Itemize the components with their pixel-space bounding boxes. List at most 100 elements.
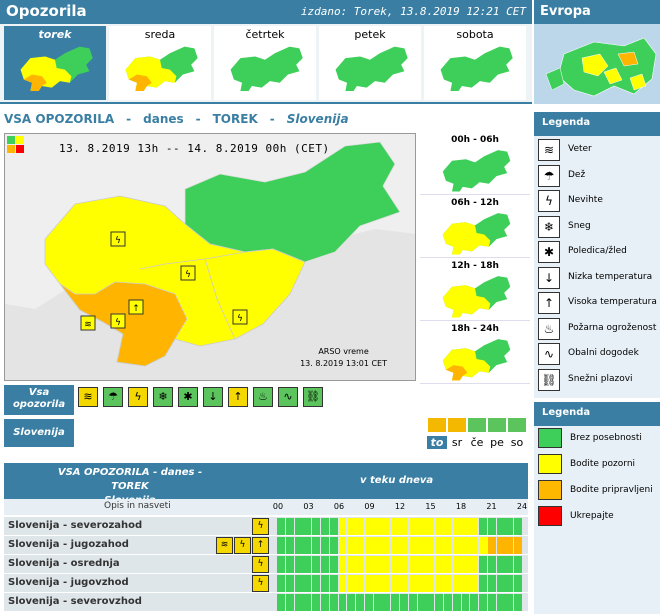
timeline-cell <box>435 518 444 535</box>
coast-icon[interactable]: ∿ <box>278 387 298 407</box>
wind-icon: ≋ <box>538 139 560 161</box>
timeline-cell <box>487 575 496 592</box>
timeline-cell <box>303 575 312 592</box>
table-row[interactable]: Slovenija - severovzhod <box>4 593 528 612</box>
day-tab-4[interactable]: sobota <box>424 26 526 100</box>
timeline-cell <box>391 537 400 554</box>
mini-legend-swatches <box>7 136 24 153</box>
day-selector: torek sreda četrtek petek sobota <box>0 24 532 104</box>
timeline-cell <box>373 537 382 554</box>
table-row[interactable]: Slovenija - jugozahod ≋ ϟ ↑ <box>4 536 528 555</box>
europe-map[interactable] <box>534 24 660 104</box>
slovenija-button[interactable]: Slovenija <box>4 419 74 447</box>
region-label: Slovenija - jugovzhod <box>8 577 129 588</box>
timeline-cell <box>496 556 505 573</box>
time-slot-3[interactable]: 18h - 24h <box>420 322 530 384</box>
table-row[interactable]: Slovenija - severozahod ϟ <box>4 517 528 536</box>
day-swatch-sr[interactable] <box>448 418 466 432</box>
day-swatch-to[interactable] <box>428 418 446 432</box>
ice-icon: ✱ <box>538 241 560 263</box>
timeline-cell <box>461 537 470 554</box>
region-hazard-icon[interactable]: ϟ <box>252 556 269 573</box>
ice-icon[interactable]: ✱ <box>178 387 198 407</box>
time-slot-1[interactable]: 06h - 12h <box>420 196 530 258</box>
table-row[interactable]: Slovenija - jugovzhod ϟ <box>4 574 528 593</box>
timeline-cell <box>443 594 452 611</box>
europe-header[interactable]: Evropa <box>534 0 660 24</box>
timeline-cell <box>505 556 514 573</box>
legend-item-label: Nevihte <box>568 195 603 205</box>
timeline-cell <box>364 518 373 535</box>
hour-tick: 00 <box>272 502 284 511</box>
timeline-cell <box>320 556 329 573</box>
day-swatch-label[interactable]: so <box>507 436 527 449</box>
timeline-cell <box>277 556 285 573</box>
timeline-cell <box>303 594 312 611</box>
day-swatch-pe[interactable] <box>488 418 506 432</box>
all-warnings-label: Vsa opozorila <box>12 387 66 410</box>
day-swatch-label[interactable]: če <box>467 436 487 449</box>
timeline-cell <box>505 537 514 554</box>
day-tab-0[interactable]: torek <box>4 26 106 100</box>
day-swatch-če[interactable] <box>468 418 486 432</box>
region-hazard-icon[interactable]: ϟ <box>234 537 251 554</box>
timeline-cell <box>338 575 347 592</box>
timeline-cell <box>470 537 479 554</box>
legend-level-label: Brez posebnosti <box>570 433 642 443</box>
day-tab-1[interactable]: sreda <box>109 26 211 100</box>
rain-icon[interactable]: ☂ <box>103 387 123 407</box>
region-hazard-icon[interactable]: ≋ <box>216 537 233 554</box>
timeline-cell <box>320 575 329 592</box>
hazard-icon-row: ≋ ☂ ϟ ❄ ✱ ↓ ↑ ♨ ∿ ⛓ <box>76 385 524 415</box>
timeline-cell <box>347 537 356 554</box>
timeline-cell <box>496 518 505 535</box>
table-row[interactable]: Slovenija - osrednja ϟ <box>4 555 528 574</box>
map-credit: ARSO vreme 13. 8.2019 13:01 CET <box>300 346 387 370</box>
title-sep: - <box>195 112 201 126</box>
timeline-cells <box>277 556 523 573</box>
timeline-cells <box>277 575 523 592</box>
timeline-cell <box>487 518 496 535</box>
svg-text:≋: ≋ <box>84 320 92 330</box>
high-temp-icon[interactable]: ↑ <box>228 387 248 407</box>
day-swatch-so[interactable] <box>508 418 526 432</box>
region-hazard-icon[interactable]: ↑ <box>252 537 269 554</box>
day-tab-3[interactable]: petek <box>319 26 421 100</box>
timeline-cells <box>277 518 523 535</box>
day-tab-2[interactable]: četrtek <box>214 26 316 100</box>
avalanche-icon[interactable]: ⛓ <box>303 387 323 407</box>
timeline-cell <box>400 594 408 611</box>
timeline-cell <box>320 537 329 554</box>
timeline-cell <box>356 556 365 573</box>
slovenia-thumbnail <box>442 150 511 192</box>
region-hazard-icon[interactable]: ϟ <box>252 518 269 535</box>
timeline-cell <box>426 575 435 592</box>
timeline-cell <box>364 537 373 554</box>
timeline-cell <box>303 537 312 554</box>
day-swatch-label[interactable]: to <box>427 436 447 449</box>
region-hazard-icon[interactable]: ϟ <box>252 575 269 592</box>
region-label: Slovenija - severozahod <box>8 520 143 531</box>
time-slot-0[interactable]: 00h - 06h <box>420 133 530 195</box>
fire-icon: ♨ <box>538 317 560 340</box>
timeline-cell <box>329 518 338 535</box>
main-title: VSA OPOZORILA - danes - TOREK - Slovenija <box>4 112 524 126</box>
warning-map[interactable]: ϟ ϟ ↑ ϟ ≋ ϟ 13. 8.2019 13h -- 14. 8.2019… <box>4 133 416 381</box>
day-swatch-label[interactable]: sr <box>447 436 467 449</box>
timeline-cell <box>391 556 400 573</box>
timeline-cell <box>443 518 452 535</box>
wind-icon[interactable]: ≋ <box>78 387 98 407</box>
title-part-today: danes <box>143 112 184 126</box>
slovenia-thumbnail <box>442 276 511 318</box>
day-swatch-label[interactable]: pe <box>487 436 507 449</box>
time-slot-2[interactable]: 12h - 18h <box>420 259 530 321</box>
timeline-cell <box>364 594 373 611</box>
thunder-icon[interactable]: ϟ <box>128 387 148 407</box>
hour-tick: 03 <box>303 502 314 511</box>
all-warnings-button[interactable]: Vsa opozorila <box>4 385 74 415</box>
fire-icon[interactable]: ♨ <box>253 387 273 407</box>
low-temp-icon[interactable]: ↓ <box>203 387 223 407</box>
hour-tick: 15 <box>425 502 436 511</box>
timeline-cell <box>417 575 426 592</box>
snow-icon[interactable]: ❄ <box>153 387 173 407</box>
